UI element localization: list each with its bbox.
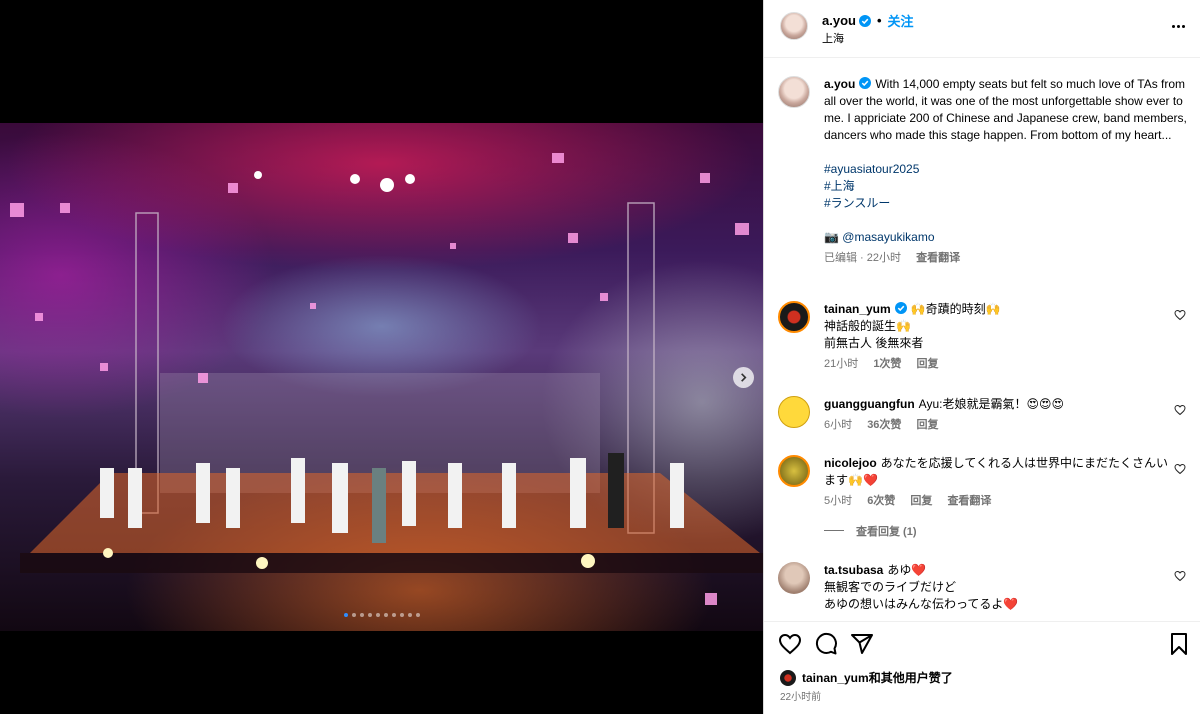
verified-badge-icon <box>858 14 871 27</box>
concert-scene-illustration <box>10 153 763 605</box>
hashtag-link[interactable]: #上海 <box>824 178 1188 195</box>
comment-likes[interactable]: 1次赞 <box>873 358 901 370</box>
post-timestamp: 22小时前 <box>780 692 822 703</box>
more-icon-dot <box>1176 24 1180 28</box>
commenter-username[interactable]: guangguangfun <box>824 397 915 411</box>
post-side-panel: a.you • 关注 上海 a.you With 14,000 empty sea… <box>763 0 1200 714</box>
author-username[interactable]: a.you <box>822 13 856 28</box>
more-icon-dot <box>1181 24 1185 28</box>
post-photo-concert-stage[interactable] <box>0 123 763 631</box>
share-paper-plane-icon[interactable] <box>850 632 874 656</box>
carousel-dot <box>383 613 388 617</box>
commenter-avatar[interactable] <box>778 301 810 333</box>
liked-by-suffix[interactable]: 和其他用户赞了 <box>869 669 953 686</box>
separator-dot: • <box>876 13 882 28</box>
comment-text-line: Ayu:老娘就是霸氣！😍😍😍 <box>918 397 1064 411</box>
commenter-avatar[interactable] <box>778 396 810 428</box>
hashtag-link[interactable]: #ayuasiatour2025 <box>824 161 1188 178</box>
hashtag-link[interactable]: #ランスルー <box>824 195 1188 212</box>
author-avatar[interactable] <box>780 12 808 40</box>
carousel-dot <box>407 613 412 617</box>
mention-link[interactable]: @masayukikamo <box>842 230 934 244</box>
more-icon-dot <box>1171 24 1175 28</box>
comment-likes[interactable]: 6次赞 <box>867 495 895 507</box>
heart-icon[interactable] <box>1174 404 1186 416</box>
carousel-dot <box>351 613 356 617</box>
heart-icon[interactable] <box>1174 463 1186 475</box>
caption-text: With 14,000 empty seats but felt so much… <box>824 77 1187 142</box>
commenter-username[interactable]: ta.tsubasa <box>824 563 883 577</box>
view-replies-button[interactable]: 查看回复 (1) <box>856 526 917 538</box>
replies-divider <box>824 530 844 531</box>
comment-text-line: 無観客でのライブだけど <box>824 580 957 594</box>
liker-username[interactable]: tainan_yum <box>802 671 869 685</box>
commenter-avatar[interactable] <box>778 562 810 594</box>
edited-timestamp: 已编辑 · 22小时 <box>824 252 902 264</box>
reply-button[interactable]: 回复 <box>910 495 932 507</box>
post-location[interactable]: 上海 <box>822 30 844 46</box>
carousel-dot <box>343 613 348 617</box>
carousel-dot <box>391 613 396 617</box>
translate-link[interactable]: 查看翻译 <box>947 495 991 507</box>
carousel-dot <box>399 613 404 617</box>
verified-badge-icon <box>894 302 907 314</box>
like-heart-icon[interactable] <box>778 632 802 656</box>
comment-time: 6小时 <box>824 419 853 431</box>
heart-icon[interactable] <box>1174 309 1186 321</box>
chevron-right-icon <box>741 373 747 382</box>
comments-section[interactable]: a.you With 14,000 empty seats but felt so… <box>764 58 1200 621</box>
comment-text-line: あゆの想いはみんな伝わってるよ❤️ <box>824 597 1019 611</box>
commenter-avatar[interactable] <box>778 455 810 487</box>
next-image-button[interactable] <box>733 367 754 388</box>
comment-text-line: 前無古人 後無來者 <box>824 336 924 350</box>
heart-icon[interactable] <box>1174 570 1186 582</box>
verified-badge-icon <box>859 77 872 89</box>
carousel-indicator <box>0 613 763 617</box>
post-actions-bar: tainan_yum 和其他用户赞了 22小时前 <box>764 621 1200 714</box>
carousel-dot <box>367 613 372 617</box>
comment-text-line: 🙌奇蹟的時刻🙌 <box>910 302 1001 316</box>
liker-avatar[interactable] <box>780 669 796 686</box>
reply-button[interactable]: 回复 <box>917 419 939 431</box>
commenter-username[interactable]: tainan_yum <box>824 302 891 316</box>
comment-likes[interactable]: 36次赞 <box>867 419 901 431</box>
camera-icon: 📷 <box>824 230 839 244</box>
comment-bubble-icon[interactable] <box>814 632 838 656</box>
reply-button[interactable]: 回复 <box>917 358 939 370</box>
liked-by-summary: tainan_yum 和其他用户赞了 <box>780 669 953 686</box>
comment-time: 5小时 <box>824 495 853 507</box>
more-options-button[interactable] <box>1169 18 1187 34</box>
caption-username[interactable]: a.you <box>824 77 855 91</box>
save-bookmark-icon[interactable] <box>1167 632 1191 656</box>
media-viewer <box>0 0 763 714</box>
post-header: a.you • 关注 上海 <box>764 0 1200 58</box>
carousel-dot <box>375 613 380 617</box>
carousel-dot <box>359 613 364 617</box>
author-avatar[interactable] <box>778 76 810 108</box>
translate-link[interactable]: 查看翻译 <box>916 252 960 264</box>
comment-text-line: あゆ❤️ <box>887 563 927 577</box>
carousel-dot <box>415 613 420 617</box>
comment-text-line: 神話般的誕生🙌 <box>824 319 911 333</box>
follow-button[interactable]: 关注 <box>888 11 914 30</box>
commenter-username[interactable]: nicolejoo <box>824 456 877 470</box>
comment-time: 21小时 <box>824 358 859 370</box>
